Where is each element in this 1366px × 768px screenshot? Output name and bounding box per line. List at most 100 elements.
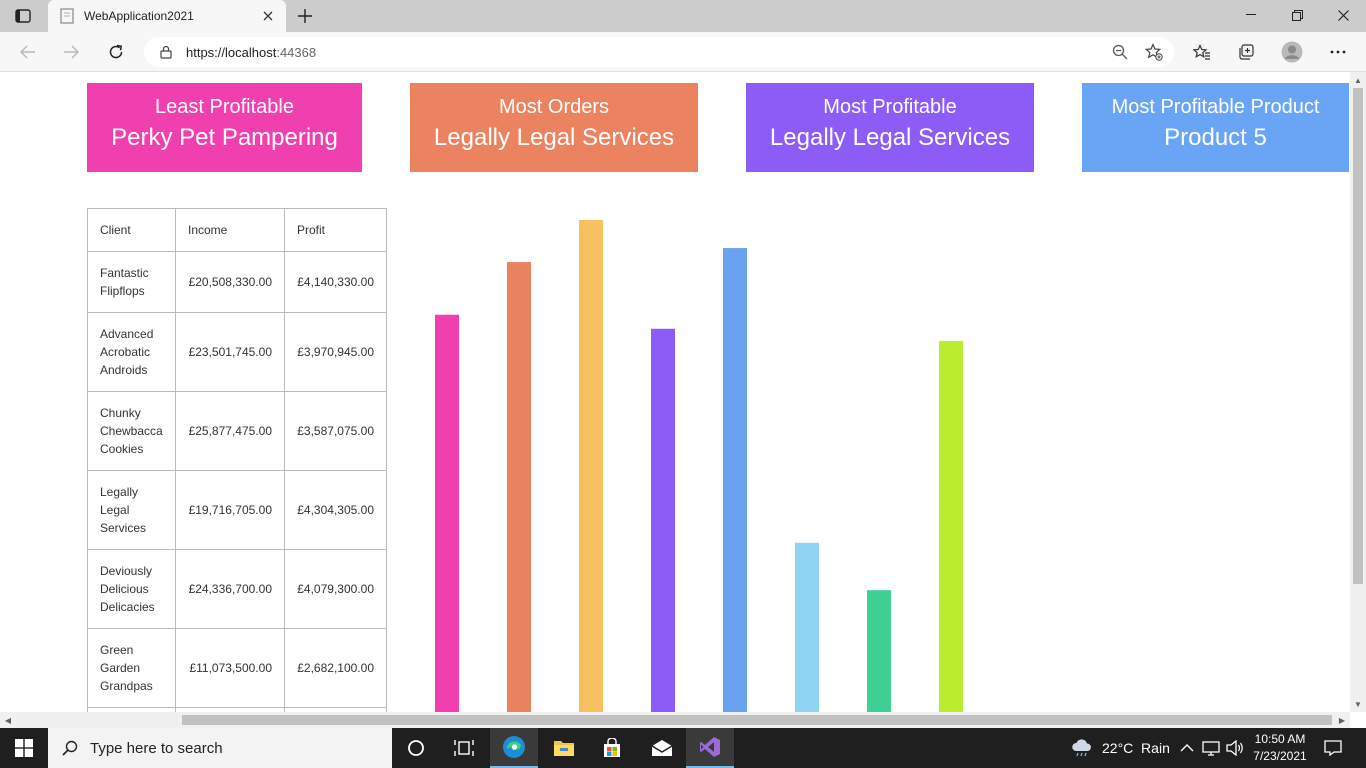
restore-icon[interactable] — [1274, 0, 1320, 30]
scroll-right-icon[interactable]: ▶ — [1334, 712, 1350, 728]
card-label: Least Profitable — [155, 96, 294, 118]
visual-studio-icon[interactable] — [686, 728, 734, 768]
card-value: Perky Pet Pampering — [111, 124, 338, 151]
search-placeholder: Type here to search — [90, 739, 223, 757]
client-cell: Advanced Acrobatic Androids — [87, 312, 176, 392]
vertical-scroll-thumb[interactable] — [1353, 88, 1363, 584]
chart-bar-8 — [939, 341, 963, 712]
table-row: Chunky Chewbacca Cookies £25,877,475.00 … — [87, 391, 387, 471]
zoom-out-icon[interactable] — [1106, 38, 1134, 66]
rain-cloud-icon — [1072, 739, 1091, 757]
weather-widget[interactable]: 22°C Rain — [1070, 728, 1170, 768]
card-label: Most Profitable Product — [1111, 96, 1320, 118]
card-label: Most Orders — [498, 96, 610, 118]
browser-toolbar: https://localhost:44368 — [0, 32, 1366, 72]
refresh-icon[interactable] — [102, 38, 130, 66]
page-favicon-icon — [60, 8, 74, 24]
clock-time: 10:50 AM — [1254, 732, 1306, 746]
url-port: :44368 — [276, 44, 317, 60]
task-view-icon[interactable] — [440, 728, 488, 768]
system-clock[interactable]: 10:50 AM 7/23/2021 — [1246, 731, 1314, 765]
client-cell: Legally Legal Services — [87, 470, 176, 550]
lock-icon[interactable] — [160, 45, 172, 59]
client-cell: Green Garden Grandpas — [87, 628, 176, 708]
url-text[interactable]: https://localhost:44368 — [186, 45, 1106, 60]
client-cell: Fantastic Flipflops — [87, 251, 176, 313]
show-hidden-icons-icon[interactable] — [1180, 728, 1194, 768]
chart-bar-6 — [795, 542, 819, 712]
horizontal-scrollbar[interactable]: ◀ ▶ — [0, 712, 1350, 728]
table-row: Fantastic Flipflops £20,508,330.00 £4,14… — [87, 251, 387, 313]
minimize-icon[interactable] — [1228, 0, 1274, 30]
browser-tab-strip: WebApplication2021 — [0, 0, 1366, 32]
browser-tab[interactable]: WebApplication2021 — [48, 0, 286, 32]
income-cell: £19,716,705.00 — [175, 470, 285, 550]
collections-icon[interactable] — [1232, 38, 1260, 66]
income-cell: £24,336,700.00 — [175, 549, 285, 629]
column-header-client: Client — [87, 208, 176, 252]
income-cell: £11,073,500.00 — [175, 628, 285, 708]
tab-actions-icon[interactable] — [8, 6, 38, 26]
table-row: Legally Legal Services £19,716,705.00 £4… — [87, 470, 387, 550]
network-icon[interactable] — [1202, 728, 1220, 768]
add-favorite-icon[interactable] — [1140, 38, 1168, 66]
tab-title: WebApplication2021 — [84, 9, 194, 23]
notifications-icon[interactable] — [1324, 728, 1342, 768]
windows-start-icon[interactable] — [0, 728, 48, 768]
vertical-scrollbar[interactable]: ▲ ▼ — [1350, 72, 1366, 712]
income-cell: £23,501,745.00 — [175, 312, 285, 392]
taskbar-search-box[interactable]: Type here to search — [48, 728, 392, 768]
forward-icon[interactable] — [57, 38, 85, 66]
mail-icon[interactable] — [638, 728, 686, 768]
microsoft-store-icon[interactable] — [588, 728, 636, 768]
cortana-icon[interactable] — [392, 728, 440, 768]
profit-cell: £4,079,300.00 — [284, 549, 387, 629]
favorites-icon[interactable] — [1188, 38, 1216, 66]
volume-icon[interactable] — [1226, 728, 1244, 768]
close-window-icon[interactable] — [1320, 0, 1366, 30]
weather-text: 22°C Rain — [1102, 740, 1170, 756]
profit-cell: £3,970,945.00 — [284, 312, 387, 392]
profile-avatar-icon[interactable] — [1278, 38, 1306, 66]
card-value: Product 5 — [1164, 124, 1267, 151]
table-header-row: Client Income Profit — [87, 208, 387, 252]
client-cell: Chunky Chewbacca Cookies — [87, 391, 176, 471]
most-profitable-product-card: Most Profitable Product Product 5 — [1082, 83, 1349, 172]
summary-cards: Least Profitable Perky Pet Pampering Mos… — [0, 83, 1350, 173]
card-label: Most Profitable — [823, 96, 957, 118]
profit-cell: £2,682,100.00 — [284, 628, 387, 708]
back-icon[interactable] — [14, 38, 42, 66]
horizontal-scroll-thumb[interactable] — [182, 715, 1332, 725]
table-row: Advanced Acrobatic Androids £23,501,745.… — [87, 312, 387, 392]
chart-bar-4 — [651, 328, 675, 712]
scroll-up-icon[interactable]: ▲ — [1350, 72, 1366, 88]
income-cell: £20,508,330.00 — [175, 251, 285, 313]
more-options-icon[interactable] — [1324, 38, 1352, 66]
profit-cell: £3,587,075.00 — [284, 391, 387, 471]
profit-bar-chart — [435, 220, 963, 712]
card-value: Legally Legal Services — [433, 124, 675, 151]
edge-browser-icon[interactable] — [490, 728, 538, 768]
chart-bar-7 — [867, 590, 891, 712]
tab-close-icon[interactable] — [256, 4, 280, 28]
scroll-left-icon[interactable]: ◀ — [0, 712, 16, 728]
scroll-down-icon[interactable]: ▼ — [1350, 696, 1366, 712]
chart-bar-3 — [579, 220, 603, 712]
table-row: Green Garden Grandpas £11,073,500.00 £2,… — [87, 628, 387, 708]
least-profitable-card: Least Profitable Perky Pet Pampering — [87, 83, 362, 172]
column-header-profit: Profit — [284, 208, 387, 252]
new-tab-icon[interactable] — [292, 4, 318, 28]
income-cell: £25,877,475.00 — [175, 391, 285, 471]
profit-cell: £4,304,305.00 — [284, 470, 387, 550]
chart-bar-2 — [507, 262, 531, 712]
table-row: Deviously Delicious Delicacies £24,336,7… — [87, 549, 387, 629]
client-profit-table: Client Income Profit Fantastic Flipflops… — [87, 208, 387, 712]
client-cell: Deviously Delicious Delicacies — [87, 549, 176, 629]
card-value: Legally Legal Services — [769, 124, 1011, 151]
profit-cell: £4,140,330.00 — [284, 251, 387, 313]
taskbar: Type here to search 22°C Rain 10:50 AM 7… — [0, 728, 1366, 768]
file-explorer-icon[interactable] — [540, 728, 588, 768]
chart-bar-1 — [435, 314, 459, 712]
address-bar[interactable]: https://localhost:44368 — [144, 37, 1174, 67]
chart-bar-5 — [723, 248, 747, 712]
